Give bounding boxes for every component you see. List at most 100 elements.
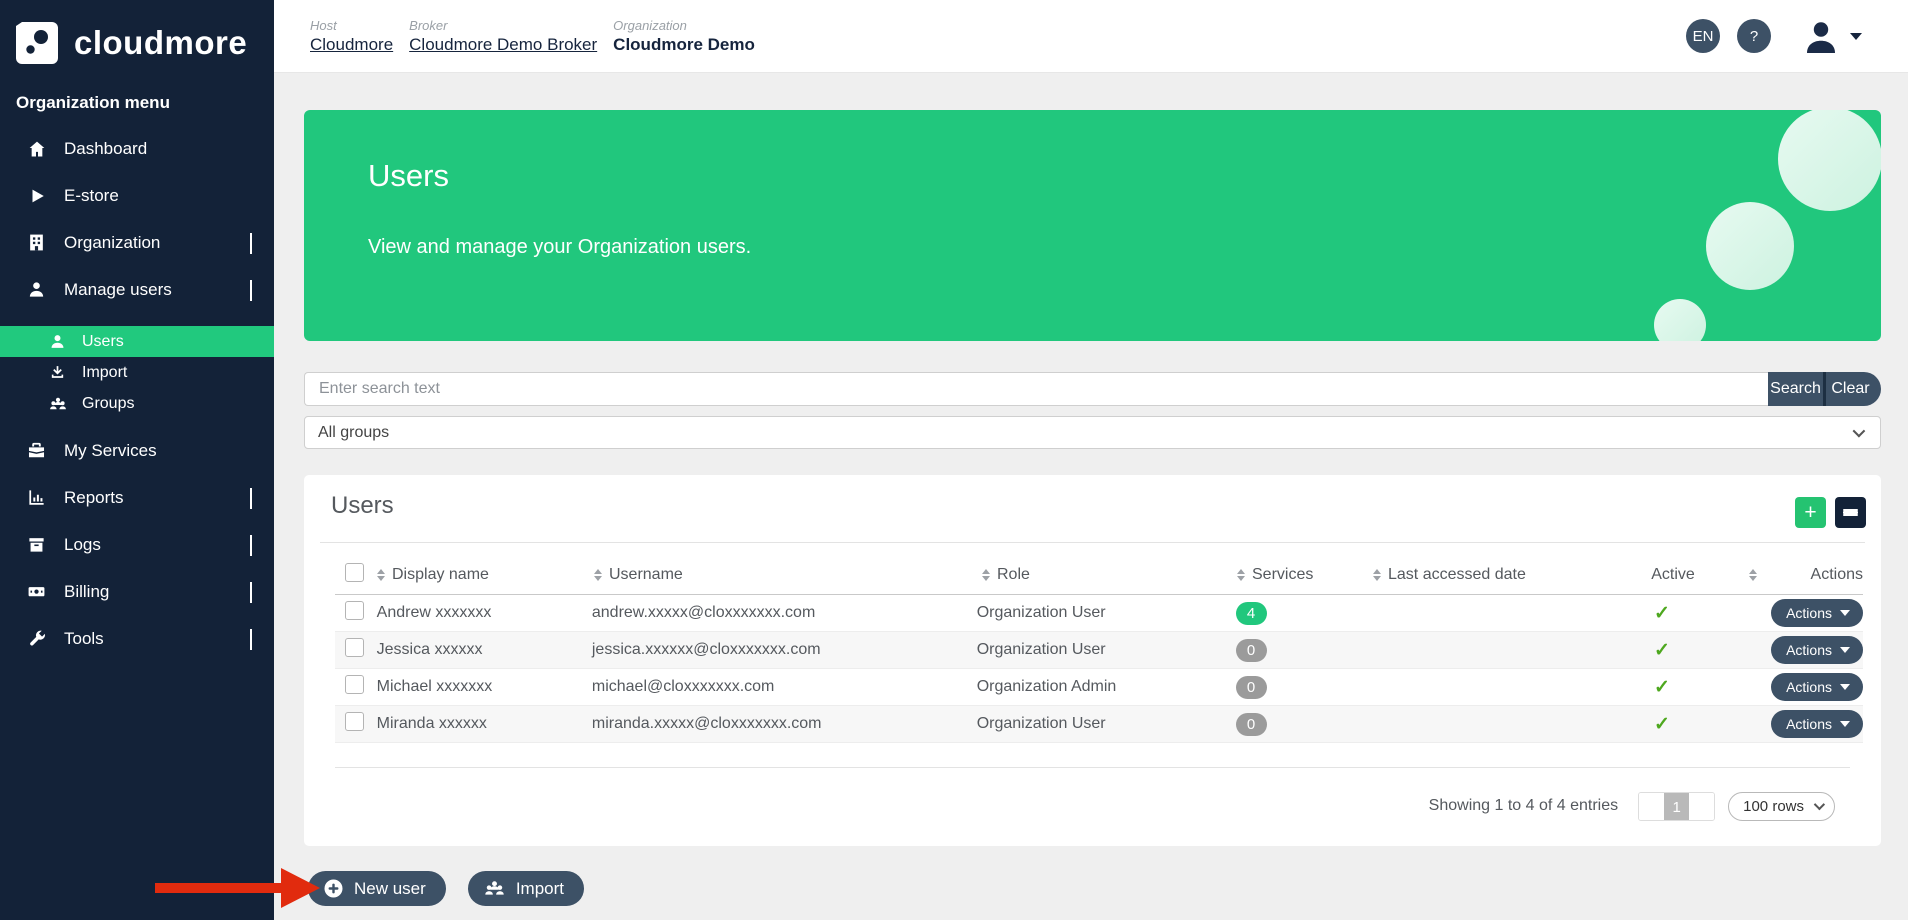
column-label: Services <box>1252 566 1313 584</box>
sidebar-item-users[interactable]: Users <box>0 326 274 357</box>
import-button[interactable]: Import <box>468 871 584 906</box>
banknote-icon <box>26 581 47 602</box>
help-button[interactable]: ? <box>1737 19 1771 53</box>
showing-entries-text: Showing 1 to 4 of 4 entries <box>1429 797 1618 815</box>
sidebar-item-groups[interactable]: Groups <box>0 388 274 419</box>
table-row: Miranda xxxxxx miranda.xxxxx@cloxxxxxxx.… <box>335 706 1863 743</box>
breadcrumb-host: Host Cloudmore <box>310 18 393 55</box>
hero-banner: Users View and manage your Organization … <box>304 110 1881 341</box>
services-count-badge: 0 <box>1236 676 1267 699</box>
sort-icon <box>377 569 385 581</box>
cell-role: Organization User <box>977 715 1230 733</box>
search-input[interactable] <box>304 372 1768 406</box>
language-button[interactable]: EN <box>1686 19 1720 53</box>
sidebar-item-label: Groups <box>82 395 134 413</box>
column-header-username[interactable]: Username <box>594 566 982 584</box>
chevron-down-icon <box>1840 721 1850 727</box>
table-row: Michael xxxxxxx michael@cloxxxxxxx.com O… <box>335 669 1863 706</box>
breadcrumb-label: Organization <box>613 18 755 33</box>
chevron-right-icon <box>250 233 252 253</box>
breadcrumb-host-link[interactable]: Cloudmore <box>310 35 393 55</box>
column-label: Last accessed date <box>1388 566 1526 584</box>
panel-title: Users <box>331 492 394 520</box>
active-check-icon: ✓ <box>1654 603 1670 624</box>
sidebar: cloudmore Organization menu Dashboard E-… <box>0 0 274 920</box>
column-header-active-sort[interactable] <box>1723 569 1783 581</box>
actions-button-label: Actions <box>1786 605 1832 621</box>
row-actions-button[interactable]: Actions <box>1771 710 1863 738</box>
column-label: Actions <box>1811 566 1863 583</box>
sort-icon <box>1237 569 1245 581</box>
row-checkbox[interactable] <box>345 601 364 620</box>
table-row: Jessica xxxxxx jessica.xxxxxx@cloxxxxxxx… <box>335 632 1863 669</box>
row-actions-button[interactable]: Actions <box>1771 636 1863 664</box>
select-all-checkbox[interactable] <box>345 563 364 582</box>
row-actions-button[interactable]: Actions <box>1771 599 1863 627</box>
column-header-services[interactable]: Services <box>1237 566 1373 584</box>
sidebar-item-label: Reports <box>64 488 124 508</box>
chevron-down-icon <box>1840 684 1850 690</box>
sidebar-item-dashboard[interactable]: Dashboard <box>0 125 274 172</box>
column-header-role[interactable]: Role <box>982 566 1237 584</box>
column-header-last-accessed[interactable]: Last accessed date <box>1373 566 1623 584</box>
services-count-badge: 0 <box>1236 713 1267 736</box>
breadcrumb-organization: Organization Cloudmore Demo <box>613 18 755 55</box>
avatar-icon <box>1802 17 1840 55</box>
groups-select-value: All groups <box>318 424 389 442</box>
users-icon <box>48 394 67 413</box>
sidebar-item-import[interactable]: Import <box>0 357 274 388</box>
column-header-actions: Actions <box>1783 566 1863 584</box>
import-button-label: Import <box>516 879 564 899</box>
row-actions-button[interactable]: Actions <box>1771 673 1863 701</box>
column-header-display-name[interactable]: Display name <box>377 566 594 584</box>
top-header: Host Cloudmore Broker Cloudmore Demo Bro… <box>274 0 1908 73</box>
sidebar-item-reports[interactable]: Reports <box>0 474 274 521</box>
building-icon <box>26 232 47 253</box>
logo-text: cloudmore <box>74 24 247 62</box>
rows-per-page-value: 100 rows <box>1743 798 1804 815</box>
new-user-button-label: New user <box>354 879 426 899</box>
column-settings-button[interactable] <box>1835 497 1866 528</box>
sidebar-item-estore[interactable]: E-store <box>0 172 274 219</box>
breadcrumb-broker-link[interactable]: Cloudmore Demo Broker <box>409 35 597 55</box>
pagination-page-1[interactable]: 1 <box>1664 793 1689 821</box>
chevron-right-icon <box>250 629 252 649</box>
sidebar-item-logs[interactable]: Logs <box>0 521 274 568</box>
header-actions: EN ? <box>1686 17 1908 55</box>
new-user-button[interactable]: New user <box>308 871 446 906</box>
hero-circle <box>1778 110 1881 211</box>
sidebar-item-tools[interactable]: Tools <box>0 615 274 662</box>
page-title: Users <box>368 158 449 194</box>
archive-icon <box>26 534 47 555</box>
row-checkbox[interactable] <box>345 638 364 657</box>
hero-circle <box>1706 202 1794 290</box>
sidebar-item-billing[interactable]: Billing <box>0 568 274 615</box>
sort-icon <box>594 569 602 581</box>
groups-select[interactable]: All groups <box>304 416 1881 449</box>
bottom-actions: New user Import <box>308 871 584 906</box>
search-button[interactable]: Search <box>1768 372 1826 406</box>
pagination-next[interactable] <box>1689 793 1714 821</box>
rows-per-page-select[interactable]: 100 rows <box>1728 792 1835 821</box>
sidebar-item-manage-users[interactable]: Manage users <box>0 266 274 313</box>
cell-username: andrew.xxxxx@cloxxxxxxx.com <box>592 604 977 622</box>
user-menu[interactable] <box>1802 17 1862 55</box>
add-user-button[interactable]: + <box>1795 497 1826 528</box>
chevron-down-icon <box>1840 647 1850 653</box>
cell-role: Organization Admin <box>977 678 1230 696</box>
row-checkbox[interactable] <box>345 675 364 694</box>
cell-display-name: Miranda xxxxxx <box>377 715 592 733</box>
bar-chart-icon <box>26 487 47 508</box>
sidebar-item-organization[interactable]: Organization <box>0 219 274 266</box>
briefcase-icon <box>26 440 47 461</box>
users-icon <box>484 878 505 899</box>
logo[interactable]: cloudmore <box>0 0 274 73</box>
sidebar-item-my-services[interactable]: My Services <box>0 427 274 474</box>
hero-circle <box>1654 299 1706 341</box>
clear-button[interactable]: Clear <box>1826 372 1881 406</box>
pagination-prev[interactable] <box>1639 793 1664 821</box>
breadcrumb-label: Host <box>310 18 393 33</box>
row-checkbox[interactable] <box>345 712 364 731</box>
breadcrumb-broker: Broker Cloudmore Demo Broker <box>409 18 597 55</box>
chevron-down-icon <box>1853 425 1866 438</box>
